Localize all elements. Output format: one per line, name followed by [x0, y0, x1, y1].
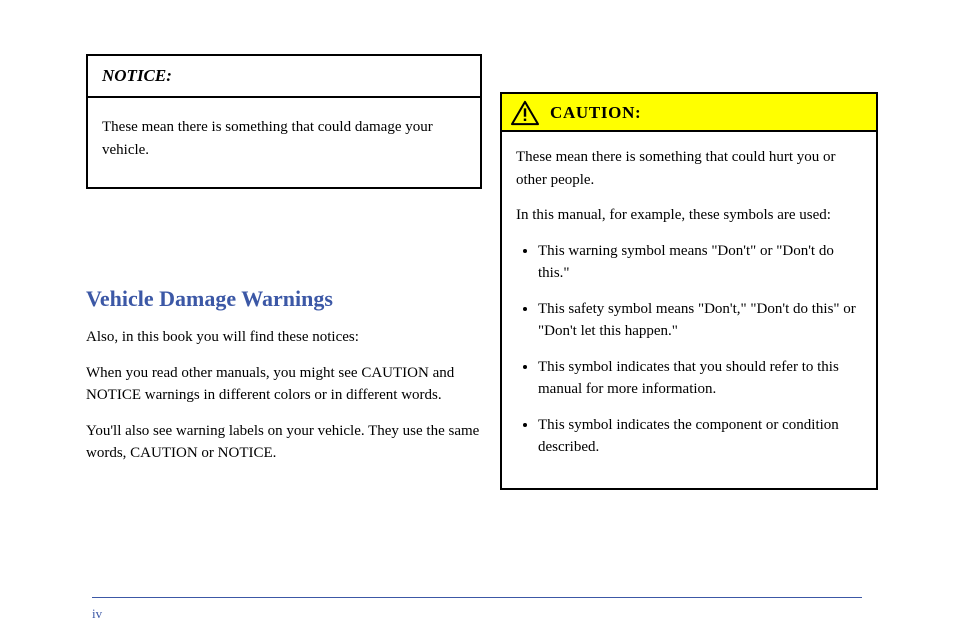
caution-list: This warning symbol means "Don't" or "Do…	[516, 240, 864, 459]
notice-body: These mean there is something that could…	[88, 98, 480, 187]
section-para-3: You'll also see warning labels on your v…	[86, 420, 481, 465]
caution-body: These mean there is something that could…	[502, 132, 876, 488]
caution-item: This symbol indicates the component or c…	[538, 414, 864, 459]
footer-rule	[92, 597, 862, 598]
section-para-1: Also, in this book you will find these n…	[86, 326, 481, 349]
caution-item: This symbol indicates that you should re…	[538, 356, 864, 401]
section-body: Also, in this book you will find these n…	[86, 326, 481, 478]
caution-item: This warning symbol means "Don't" or "Do…	[538, 240, 864, 285]
page: NOTICE: These mean there is something th…	[0, 0, 954, 636]
caution-lead: In this manual, for example, these symbo…	[516, 204, 864, 227]
caution-heading: CAUTION:	[550, 103, 641, 123]
caution-heading-bar: CAUTION:	[502, 94, 876, 132]
notice-heading: NOTICE:	[88, 56, 480, 98]
caution-intro: These mean there is something that could…	[516, 146, 864, 191]
section-heading: Vehicle Damage Warnings	[86, 286, 481, 312]
page-number: iv	[92, 606, 102, 622]
warning-triangle-icon	[510, 100, 540, 126]
caution-item: This safety symbol means "Don't," "Don't…	[538, 298, 864, 343]
notice-box: NOTICE: These mean there is something th…	[86, 54, 482, 189]
section-para-2: When you read other manuals, you might s…	[86, 362, 481, 407]
caution-box: CAUTION: These mean there is something t…	[500, 92, 878, 490]
